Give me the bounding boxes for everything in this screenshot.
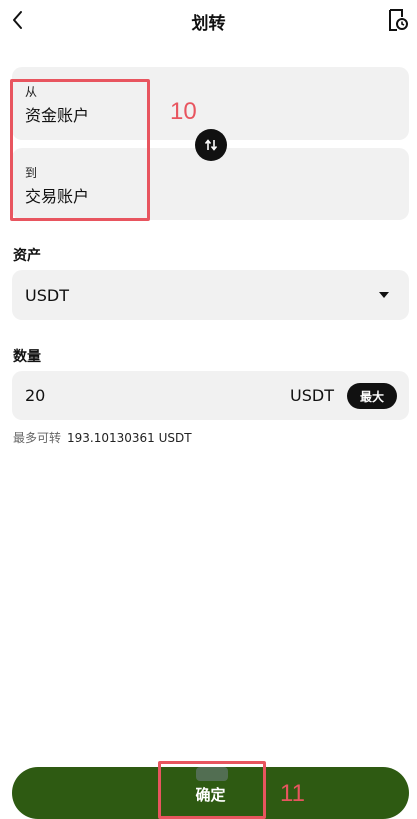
quantity-field: USDT 最大	[12, 371, 409, 420]
button-overlay-graphic	[196, 767, 228, 781]
available-hint: 最多可转 193.10130361 USDT	[13, 429, 192, 446]
confirm-button[interactable]: 确定	[12, 767, 409, 819]
caret-down-icon	[379, 292, 389, 298]
available-label: 最多可转	[13, 431, 62, 445]
max-button[interactable]: 最大	[347, 383, 397, 409]
page-title: 划转	[191, 14, 226, 34]
to-account-value: 交易账户	[25, 187, 90, 206]
from-account-value: 资金账户	[25, 106, 90, 125]
swap-button[interactable]	[195, 129, 227, 161]
available-amount: 193.10130361 USDT	[67, 431, 192, 445]
quantity-unit: USDT	[290, 386, 334, 405]
asset-select[interactable]: USDT	[12, 270, 409, 320]
from-label: 从	[25, 85, 38, 99]
quantity-label: 数量	[13, 349, 41, 365]
annotation-label-11: 11	[280, 780, 305, 807]
to-label: 到	[25, 166, 38, 180]
header-bar: 划转	[0, 0, 417, 44]
asset-selected-value: USDT	[25, 286, 69, 305]
confirm-button-label: 确定	[195, 786, 226, 804]
quantity-input[interactable]	[25, 383, 225, 407]
annotation-label-10: 10	[170, 98, 197, 125]
swap-arrows-icon	[204, 139, 218, 151]
document-clock-icon[interactable]	[387, 8, 409, 32]
asset-label: 资产	[13, 248, 41, 264]
